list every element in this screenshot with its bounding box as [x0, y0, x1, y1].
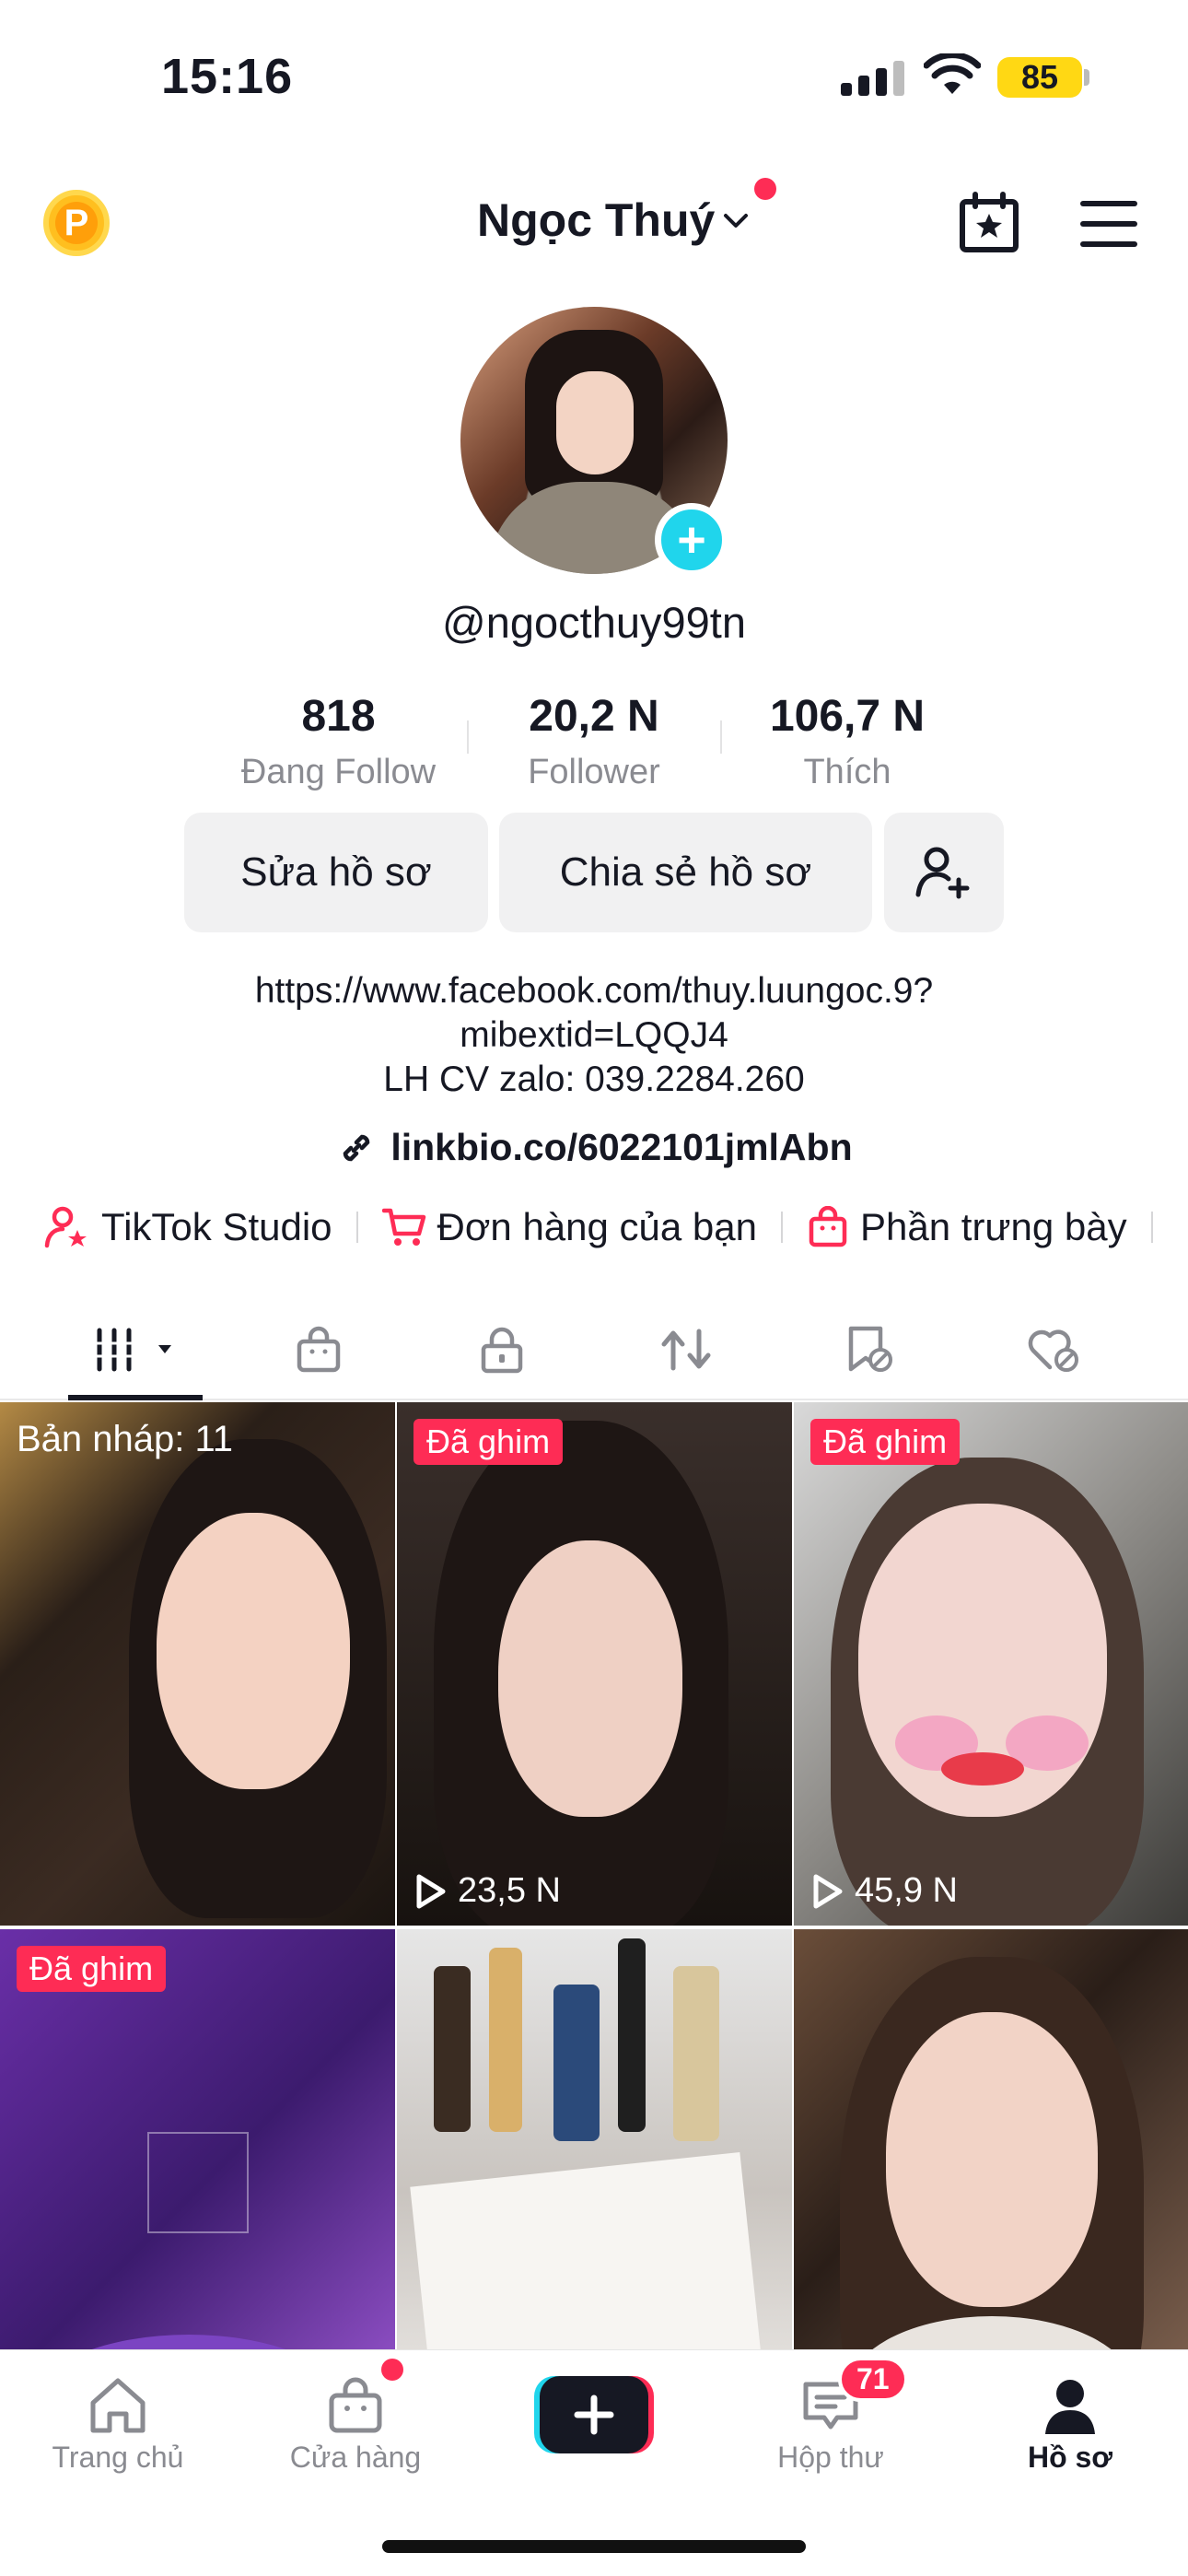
view-count: 23,5 N [413, 1871, 561, 1911]
video-thumbnail[interactable]: Đã ghim 45,9 N [794, 1402, 1188, 1926]
view-count-text: 45,9 N [855, 1871, 958, 1910]
heart-hidden-icon [1028, 1329, 1078, 1372]
home-indicator [382, 2540, 806, 2553]
video-thumbnail[interactable]: Đã ghim 23,5 N [397, 1402, 792, 1926]
status-time: 15:16 [161, 49, 294, 104]
pinned-badge: Đã ghim [810, 1419, 961, 1465]
view-count-text: 23,5 N [458, 1871, 561, 1910]
following-stat[interactable]: 818 Đang Follow [235, 691, 442, 792]
tab-private[interactable] [470, 1317, 534, 1382]
likes-label: Thích [803, 753, 891, 791]
followers-stat[interactable]: 20,2 N Follower [488, 691, 700, 792]
calendar-star-icon[interactable] [958, 192, 1020, 254]
stat-divider [720, 720, 722, 754]
status-bar: 15:16 85 [0, 0, 1188, 166]
tab-videos[interactable] [92, 1317, 184, 1382]
add-user-icon [915, 847, 970, 899]
cellular-signal-icon [841, 61, 904, 96]
pinned-badge: Đã ghim [17, 1946, 167, 1992]
showcase-link[interactable]: Phần trưng bày [807, 1205, 1127, 1249]
coins-icon[interactable]: P [43, 190, 110, 256]
battery-indicator: 85 [997, 57, 1082, 98]
bio-link-text: linkbio.co/6022101jmlAbn [390, 1126, 853, 1168]
repost-icon [661, 1329, 711, 1371]
shop-icon [329, 2377, 382, 2433]
profile-bio: https://www.facebook.com/thuy.luungoc.9?… [0, 969, 1188, 1102]
tiktok-studio-label: TikTok Studio [101, 1205, 332, 1248]
add-friend-button[interactable] [884, 813, 1004, 932]
nav-home[interactable]: Trang chủ [26, 2371, 210, 2475]
active-tab-indicator [68, 1395, 203, 1400]
profile-icon [1045, 2380, 1095, 2434]
play-icon [813, 1874, 843, 1908]
creator-star-icon [44, 1206, 87, 1248]
video-grid-icon [95, 1328, 171, 1372]
edit-profile-button[interactable]: Sửa hồ sơ [184, 813, 488, 932]
play-icon [416, 1874, 446, 1908]
nav-profile[interactable]: Hồ sơ [978, 2371, 1162, 2475]
showcase-label: Phần trưng bày [860, 1205, 1127, 1248]
pinned-badge: Đã ghim [413, 1419, 564, 1465]
shop-bag-icon [297, 1326, 341, 1373]
drafts-label: Bản nháp: 11 [17, 1419, 234, 1459]
video-grid: Bản nháp: 11 Đã ghim 23,5 N Đã ghim 45,9… [0, 1402, 1188, 2453]
likes-stat[interactable]: 106,7 N Thích [741, 691, 953, 792]
bio-line: LH CV zalo: 039.2284.260 [383, 1060, 805, 1099]
nav-profile-label: Hồ sơ [1027, 2441, 1113, 2474]
cart-icon [381, 1208, 425, 1246]
lock-icon [481, 1327, 523, 1374]
tiktok-studio-link[interactable]: TikTok Studio [44, 1205, 332, 1249]
profile-handle: @ngocthuy99tn [442, 598, 746, 647]
header-username: Ngọc Thuý [477, 194, 716, 246]
inbox-badge: 71 [838, 2357, 908, 2402]
tab-shop[interactable] [286, 1317, 351, 1382]
followers-label: Follower [528, 753, 660, 791]
bio-line: https://www.facebook.com/thuy.luungoc.9? [254, 971, 934, 1011]
quick-links-row: TikTok Studio Đơn hàng của bạn Phần trưn… [44, 1205, 1177, 1249]
menu-icon[interactable] [1080, 201, 1137, 247]
tab-favorites-hidden[interactable] [838, 1317, 903, 1382]
view-count: 45,9 N [810, 1871, 958, 1911]
video-thumbnail-drafts[interactable]: Bản nháp: 11 [0, 1402, 395, 1926]
bookmark-hidden-icon [848, 1326, 892, 1372]
wifi-icon [924, 53, 981, 94]
share-profile-button[interactable]: Chia sẻ hồ sơ [499, 813, 872, 932]
tab-liked-hidden[interactable] [1022, 1317, 1087, 1382]
orders-link[interactable]: Đơn hàng của bạn [381, 1205, 758, 1249]
profile-tabs [0, 1299, 1188, 1400]
followers-count: 20,2 N [529, 692, 659, 741]
shopping-bag-icon [809, 1206, 847, 1247]
following-label: Đang Follow [240, 753, 437, 791]
add-story-button[interactable]: + [655, 503, 728, 577]
account-switcher[interactable]: Ngọc Thuý [477, 193, 750, 247]
chevron-down-icon [724, 214, 749, 228]
nav-home-label: Trang chủ [52, 2441, 184, 2474]
bio-link[interactable]: linkbio.co/6022101jmlAbn [0, 1126, 1188, 1169]
stat-divider [467, 720, 469, 754]
shop-notification-dot [381, 2359, 403, 2381]
notification-dot [754, 178, 776, 200]
nav-shop[interactable]: Cửa hàng [263, 2371, 448, 2475]
orders-label: Đơn hàng của bạn [437, 1205, 758, 1248]
battery-cap [1084, 69, 1089, 86]
bio-line: mibextid=LQQJ4 [460, 1015, 728, 1055]
nav-shop-label: Cửa hàng [289, 2441, 422, 2474]
home-icon [90, 2378, 146, 2433]
nav-inbox-label: Hộp thư [777, 2441, 884, 2474]
link-icon [344, 1134, 370, 1161]
likes-count: 106,7 N [769, 692, 926, 741]
tab-reposts[interactable] [654, 1317, 718, 1382]
create-button[interactable] [534, 2376, 654, 2453]
following-count: 818 [301, 692, 376, 741]
